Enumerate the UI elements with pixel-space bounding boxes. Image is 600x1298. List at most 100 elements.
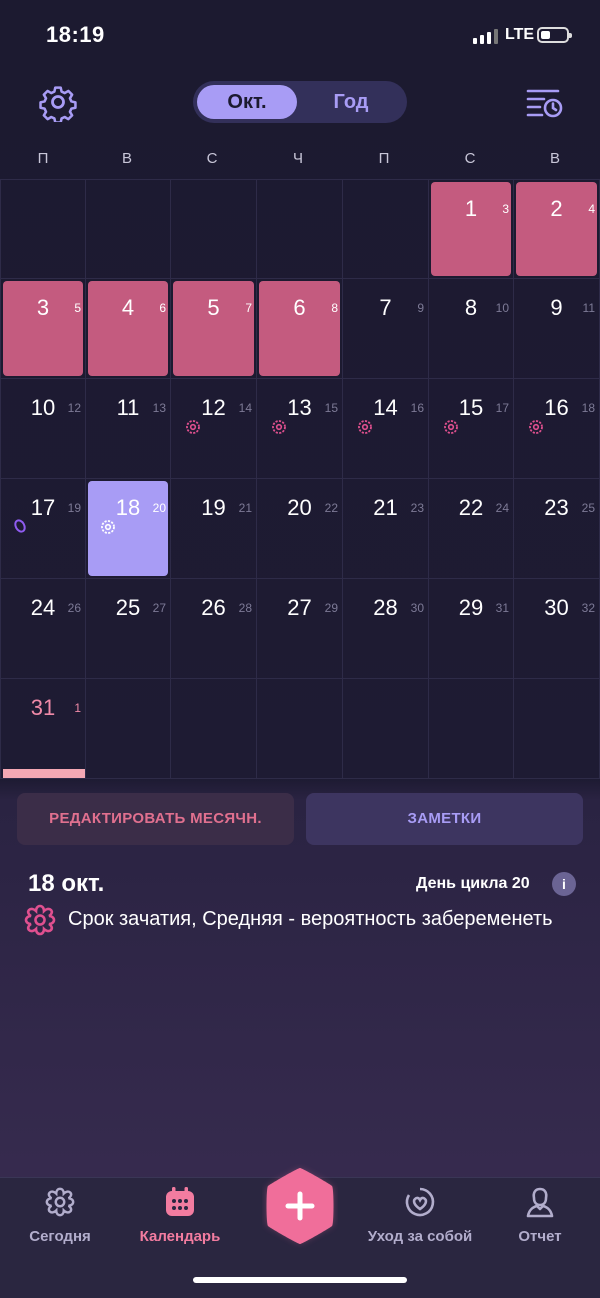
empty-calendar-cell [86, 179, 171, 279]
calendar-day[interactable]: 24 [514, 179, 600, 279]
tab-label: Сегодня [29, 1228, 91, 1245]
calendar-day[interactable]: 25 27 [86, 579, 171, 679]
cycle-day-number: 26 [67, 601, 81, 615]
weekday-label: П [37, 150, 49, 167]
empty-calendar-cell [0, 179, 86, 279]
calendar-day[interactable]: 46 [86, 279, 171, 379]
empty-calendar-cell [171, 679, 257, 779]
calendar-day[interactable]: 57 [171, 279, 257, 379]
calendar-day[interactable]: 28 30 [343, 579, 429, 679]
add-button[interactable] [262, 1164, 338, 1248]
weekday-header: П В С Ч П С В [0, 150, 600, 170]
calendar-day[interactable]: 24 26 [0, 579, 86, 679]
fertile-day-icon [444, 420, 458, 434]
calendar-day[interactable]: 13 15 [257, 379, 343, 479]
calendar-day[interactable]: 79 [343, 279, 429, 379]
calendar-day[interactable]: 22 24 [429, 479, 514, 579]
cycle-day-number: 13 [152, 401, 166, 415]
fertility-description: Срок зачатия, Средняя - вероятность забе… [68, 908, 553, 930]
calendar-day[interactable]: 10 12 [0, 379, 86, 479]
calendar-day[interactable]: 14 16 [343, 379, 429, 479]
empty-calendar-cell [171, 179, 257, 279]
edit-period-button[interactable]: РЕДАКТИРОВАТЬ МЕСЯЧН. [17, 793, 294, 845]
calendar-day[interactable]: 11 13 [86, 379, 171, 479]
calendar-day[interactable]: 17 19 [0, 479, 86, 579]
cycle-day-number: 15 [324, 401, 338, 415]
calendar-day[interactable]: 16 18 [514, 379, 600, 479]
network-label: LTE [505, 26, 535, 43]
notes-button[interactable]: ЗАМЕТКИ [306, 793, 583, 845]
calendar-day[interactable]: 18 20 [86, 479, 171, 579]
day-number: 6 [293, 295, 306, 320]
plus-icon [266, 1168, 334, 1244]
tab-label: Календарь [139, 1228, 221, 1245]
tab-month[interactable]: Окт. [197, 85, 297, 119]
app-screen: 18:19 LTE Окт. Год П В С Ч П С В 1 3 2 4… [0, 0, 600, 1298]
day-number: 3 [36, 295, 50, 320]
cycle-day-number: 5 [74, 301, 81, 315]
calendar-day[interactable]: 12 14 [171, 379, 257, 479]
weekday-label: В [121, 150, 132, 167]
tab-today[interactable]: Сегодня [0, 1178, 120, 1258]
signal-icon [473, 28, 498, 44]
fertility-flower-icon [24, 904, 56, 936]
cycle-history-button[interactable] [524, 84, 564, 120]
empty-calendar-cell [257, 179, 343, 279]
calendar-day[interactable]: 8 10 [429, 279, 514, 379]
empty-calendar-cell [257, 679, 343, 779]
list-clock-icon [526, 89, 563, 118]
settings-button[interactable] [38, 82, 78, 124]
weekday-label: В [549, 150, 560, 167]
day-number: 1 [464, 196, 478, 221]
cycle-day-number: 8 [331, 301, 338, 315]
flower-icon [45, 1187, 75, 1217]
status-bar: 18:19 LTE [0, 0, 600, 70]
cycle-day-number: 11 [582, 301, 595, 315]
cycle-day-number: 25 [581, 501, 595, 515]
home-indicator [193, 1277, 407, 1283]
cycle-day-number: 17 [495, 401, 509, 415]
calendar-day[interactable]: 15 17 [429, 379, 514, 479]
selfcare-icon [405, 1187, 435, 1217]
calendar-day[interactable]: 68 [257, 279, 343, 379]
cycle-day-number: 9 [417, 301, 424, 315]
tab-year[interactable]: Год [299, 85, 403, 119]
calendar-day[interactable]: 23 25 [514, 479, 600, 579]
status-time: 18:19 [46, 22, 105, 47]
calendar-day[interactable]: 20 22 [257, 479, 343, 579]
tab-report[interactable]: Отчет [480, 1178, 600, 1258]
fertile-day-icon [186, 420, 200, 434]
weekday-label: Ч [293, 150, 303, 167]
calendar-day[interactable]: 9 11 [514, 279, 600, 379]
view-switcher: Окт. Год [193, 81, 407, 123]
cycle-day-number: 16 [410, 401, 424, 415]
cycle-day-number: 3 [502, 202, 509, 216]
tab-label: Уход за собой [367, 1228, 473, 1245]
calendar-day[interactable]: 31 1 [0, 679, 86, 779]
empty-calendar-cell [343, 179, 429, 279]
fertile-day-icon [358, 420, 372, 434]
ovulation-icon [14, 519, 26, 533]
calendar-day[interactable]: 21 23 [343, 479, 429, 579]
cycle-day-number: 20 [152, 501, 166, 515]
calendar-day[interactable]: 30 32 [514, 579, 600, 679]
cycle-day-number: 31 [495, 601, 509, 615]
cycle-day-number: 21 [238, 501, 252, 515]
day-number: 31 [30, 695, 56, 720]
tab-self-care[interactable]: Уход за собой [360, 1178, 480, 1258]
calendar-day[interactable]: 35 [0, 279, 86, 379]
calendar-day[interactable]: 19 21 [171, 479, 257, 579]
info-icon[interactable]: i [552, 872, 576, 896]
cycle-day-number: 12 [67, 401, 81, 415]
cycle-day-label: День цикла 20 [416, 875, 530, 892]
calendar-day[interactable]: 29 31 [429, 579, 514, 679]
weekday-label: П [378, 150, 390, 167]
cycle-day-number: 18 [581, 401, 595, 415]
calendar-day[interactable]: 26 28 [171, 579, 257, 679]
tab-label: Отчет [518, 1228, 562, 1245]
tab-calendar[interactable]: Календарь [120, 1178, 240, 1258]
empty-calendar-cell [514, 679, 600, 779]
calendar-day[interactable]: 13 [429, 179, 514, 279]
calendar-day[interactable]: 27 29 [257, 579, 343, 679]
cycle-day-number: 7 [245, 301, 252, 315]
